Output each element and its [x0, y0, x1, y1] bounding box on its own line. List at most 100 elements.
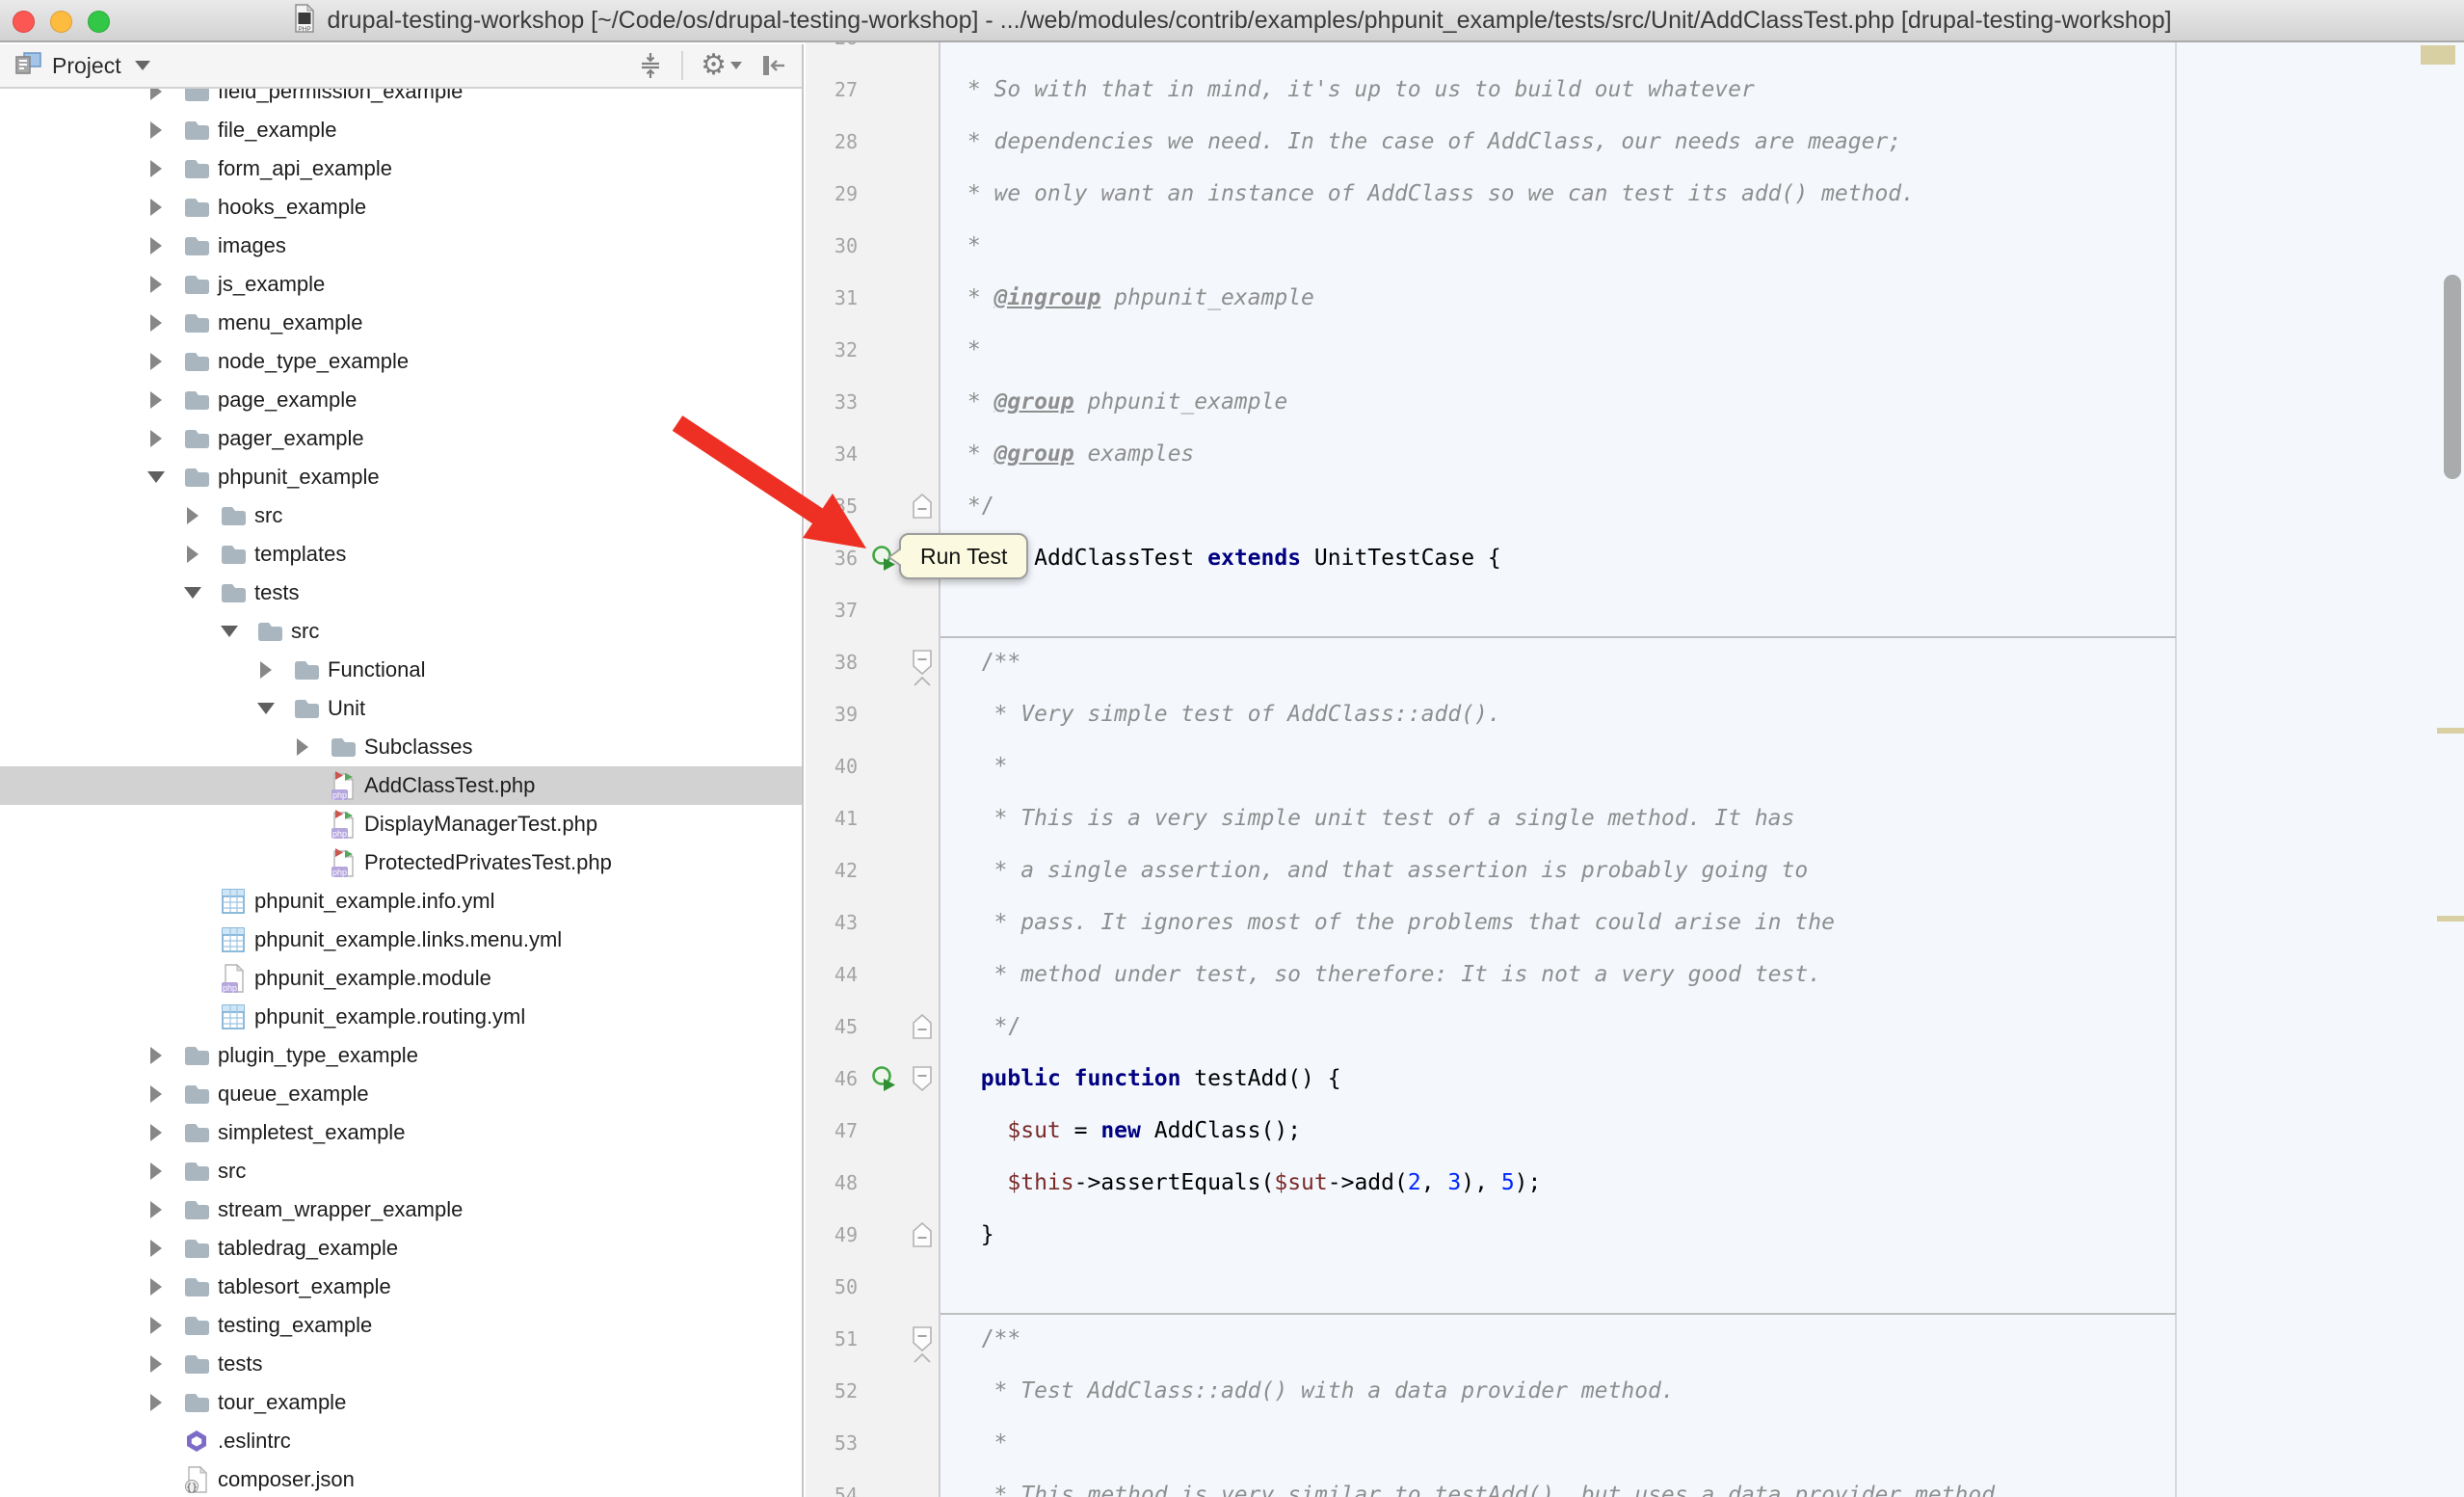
code-line[interactable]: 38 /** [806, 636, 2464, 688]
chevron-right-icon[interactable] [181, 504, 204, 527]
fold-marker-icon[interactable] [912, 1325, 933, 1363]
close-button[interactable] [13, 11, 35, 33]
tree-item[interactable]: tour_example [0, 1383, 802, 1422]
code-line[interactable]: 49 } [806, 1209, 2464, 1261]
error-stripe-mark[interactable] [2437, 728, 2464, 734]
chevron-down-icon[interactable] [181, 581, 204, 604]
code-line[interactable]: 36class AddClassTest extends UnitTestCas… [806, 532, 2464, 584]
tree-item[interactable]: field_permission_example [0, 89, 802, 111]
code-line[interactable]: 27 * So with that in mind, it's up to us… [806, 64, 2464, 116]
tree-item[interactable]: simpletest_example [0, 1113, 802, 1152]
code-line[interactable]: 44 * method under test, so therefore: It… [806, 949, 2464, 1001]
zoom-button[interactable] [88, 11, 110, 33]
chevron-right-icon[interactable] [145, 196, 168, 219]
fold-marker-icon[interactable] [912, 1221, 933, 1248]
chevron-right-icon[interactable] [145, 311, 168, 334]
project-panel-title[interactable]: Project [52, 53, 121, 79]
chevron-right-icon[interactable] [145, 1121, 168, 1144]
code-line[interactable]: 53 * [806, 1417, 2464, 1469]
tree-item[interactable]: page_example [0, 381, 802, 419]
hide-panel-button[interactable] [759, 53, 786, 78]
chevron-right-icon[interactable] [145, 1160, 168, 1183]
code-line[interactable]: 32 * [806, 324, 2464, 376]
code-line[interactable]: 35 */ [806, 480, 2464, 532]
code-line[interactable]: 34 * @group examples [806, 428, 2464, 480]
tree-item[interactable]: tablesort_example [0, 1268, 802, 1306]
tree-item[interactable]: queue_example [0, 1075, 802, 1113]
tree-item[interactable]: src [0, 496, 802, 535]
tree-item[interactable]: .eslintrc [0, 1422, 802, 1460]
tree-item[interactable]: file_example [0, 111, 802, 149]
chevron-right-icon[interactable] [145, 1198, 168, 1221]
tree-item[interactable]: pager_example [0, 419, 802, 458]
settings-gear-button[interactable]: ⚙ [701, 51, 742, 80]
code-line[interactable]: 40 * [806, 740, 2464, 792]
chevron-right-icon[interactable] [145, 350, 168, 373]
tree-item[interactable]: stream_wrapper_example [0, 1190, 802, 1229]
code-line[interactable]: 33 * @group phpunit_example [806, 376, 2464, 428]
tree-item[interactable]: phpAddClassTest.php [0, 766, 802, 805]
code-line[interactable]: 30 * [806, 220, 2464, 272]
tree-item[interactable]: src [0, 1152, 802, 1190]
tree-item[interactable]: tests [0, 574, 802, 612]
code-line[interactable]: 45 */ [806, 1001, 2464, 1053]
chevron-right-icon[interactable] [145, 1275, 168, 1298]
tree-item[interactable]: menu_example [0, 304, 802, 342]
chevron-right-icon[interactable] [145, 427, 168, 450]
tree-item[interactable]: node_type_example [0, 342, 802, 381]
tree-item[interactable]: {}composer.json [0, 1460, 802, 1497]
chevron-right-icon[interactable] [145, 388, 168, 412]
tree-item[interactable]: plugin_type_example [0, 1036, 802, 1075]
code-line[interactable]: 48 $this->assertEquals($sut->add(2, 3), … [806, 1157, 2464, 1209]
fold-marker-icon[interactable] [912, 1065, 933, 1092]
tree-item[interactable]: phpphpunit_example.module [0, 959, 802, 998]
chevron-down-icon[interactable] [135, 61, 150, 70]
chevron-right-icon[interactable] [145, 1352, 168, 1376]
tree-item[interactable]: phpunit_example.links.menu.yml [0, 921, 802, 959]
code-line[interactable]: 50 [806, 1261, 2464, 1313]
tree-item[interactable]: phpunit_example.info.yml [0, 882, 802, 921]
chevron-right-icon[interactable] [145, 157, 168, 180]
tree-item[interactable]: Functional [0, 651, 802, 689]
code-line[interactable]: 37 [806, 584, 2464, 636]
code-line[interactable]: 29 * we only want an instance of AddClas… [806, 168, 2464, 220]
tree-item[interactable]: form_api_example [0, 149, 802, 188]
tree-item[interactable]: js_example [0, 265, 802, 304]
chevron-right-icon[interactable] [291, 735, 314, 759]
collapse-all-button[interactable] [637, 51, 664, 80]
tree-item[interactable]: hooks_example [0, 188, 802, 227]
run-test-gutter-icon[interactable] [871, 1065, 898, 1097]
chevron-right-icon[interactable] [254, 658, 278, 682]
chevron-down-icon[interactable] [254, 697, 278, 720]
chevron-right-icon[interactable] [145, 234, 168, 257]
chevron-right-icon[interactable] [145, 1391, 168, 1414]
code-line[interactable]: 52 * Test AddClass::add() with a data pr… [806, 1365, 2464, 1417]
chevron-right-icon[interactable] [145, 1044, 168, 1067]
tree-item[interactable]: src [0, 612, 802, 651]
chevron-right-icon[interactable] [145, 273, 168, 296]
chevron-right-icon[interactable] [145, 1314, 168, 1337]
tree-item[interactable]: images [0, 227, 802, 265]
code-line[interactable]: 47 $sut = new AddClass(); [806, 1105, 2464, 1157]
tree-item[interactable]: templates [0, 535, 802, 574]
project-tree[interactable]: field_permission_examplefile_exampleform… [0, 89, 802, 1497]
tree-item[interactable]: phpunit_example.routing.yml [0, 998, 802, 1036]
tree-item[interactable]: tests [0, 1345, 802, 1383]
minimize-button[interactable] [50, 11, 72, 33]
code-line[interactable]: 46 public function testAdd() { [806, 1053, 2464, 1105]
code-line[interactable]: 51 /** [806, 1313, 2464, 1365]
chevron-right-icon[interactable] [145, 119, 168, 142]
code-line[interactable]: 31 * @ingroup phpunit_example [806, 272, 2464, 324]
code-line[interactable]: 54 * This method is very similar to test… [806, 1469, 2464, 1497]
inspection-indicator[interactable] [2421, 45, 2455, 65]
error-stripe-mark[interactable] [2437, 916, 2464, 922]
tree-item[interactable]: Subclasses [0, 728, 802, 766]
code-line[interactable]: 41 * This is a very simple unit test of … [806, 792, 2464, 844]
chevron-right-icon[interactable] [145, 1237, 168, 1260]
fold-marker-icon[interactable] [912, 493, 933, 520]
tree-item[interactable]: Unit [0, 689, 802, 728]
chevron-right-icon[interactable] [145, 1083, 168, 1106]
tree-item[interactable]: phpunit_example [0, 458, 802, 496]
chevron-down-icon[interactable] [218, 620, 241, 643]
code-line[interactable]: 42 * a single assertion, and that assert… [806, 844, 2464, 896]
